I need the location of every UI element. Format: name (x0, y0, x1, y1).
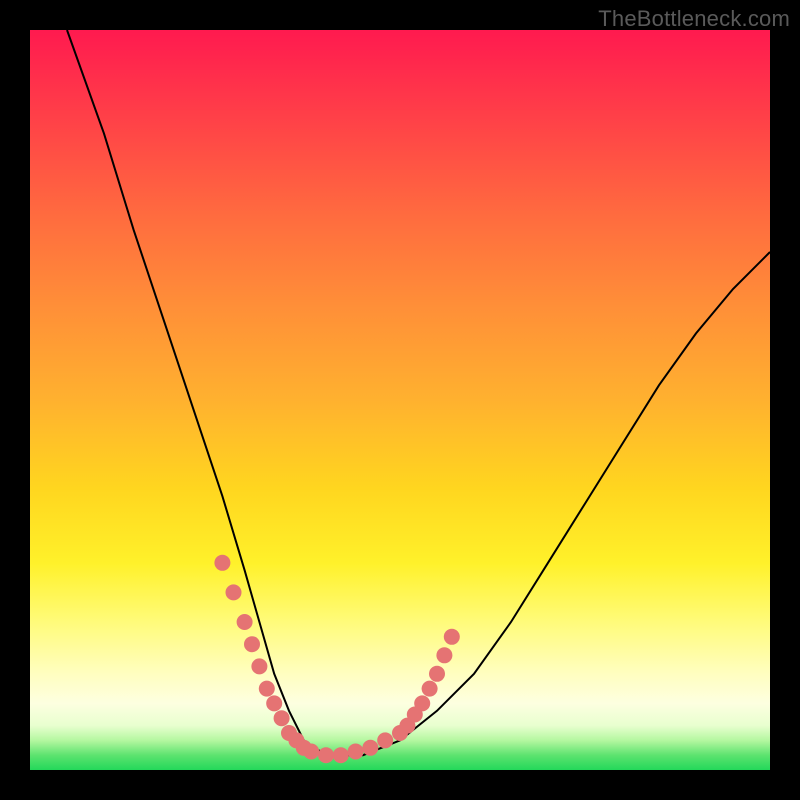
highlight-dot (214, 555, 230, 571)
highlight-dots (214, 555, 459, 763)
highlight-dot (414, 695, 430, 711)
highlight-dot (348, 744, 364, 760)
highlight-dot (444, 629, 460, 645)
highlight-dot (226, 584, 242, 600)
highlight-dot (237, 614, 253, 630)
highlight-dot (251, 658, 267, 674)
highlight-dot (303, 744, 319, 760)
watermark-text: TheBottleneck.com (598, 6, 790, 32)
highlight-dot (244, 636, 260, 652)
chart-frame: TheBottleneck.com (0, 0, 800, 800)
highlight-dot (266, 695, 282, 711)
bottleneck-curve (67, 30, 770, 755)
highlight-dot (362, 740, 378, 756)
curve-overlay (30, 30, 770, 770)
highlight-dot (429, 666, 445, 682)
highlight-dot (377, 732, 393, 748)
highlight-dot (274, 710, 290, 726)
highlight-dot (318, 747, 334, 763)
highlight-dot (333, 747, 349, 763)
highlight-dot (259, 681, 275, 697)
highlight-dot (436, 647, 452, 663)
highlight-dot (422, 681, 438, 697)
